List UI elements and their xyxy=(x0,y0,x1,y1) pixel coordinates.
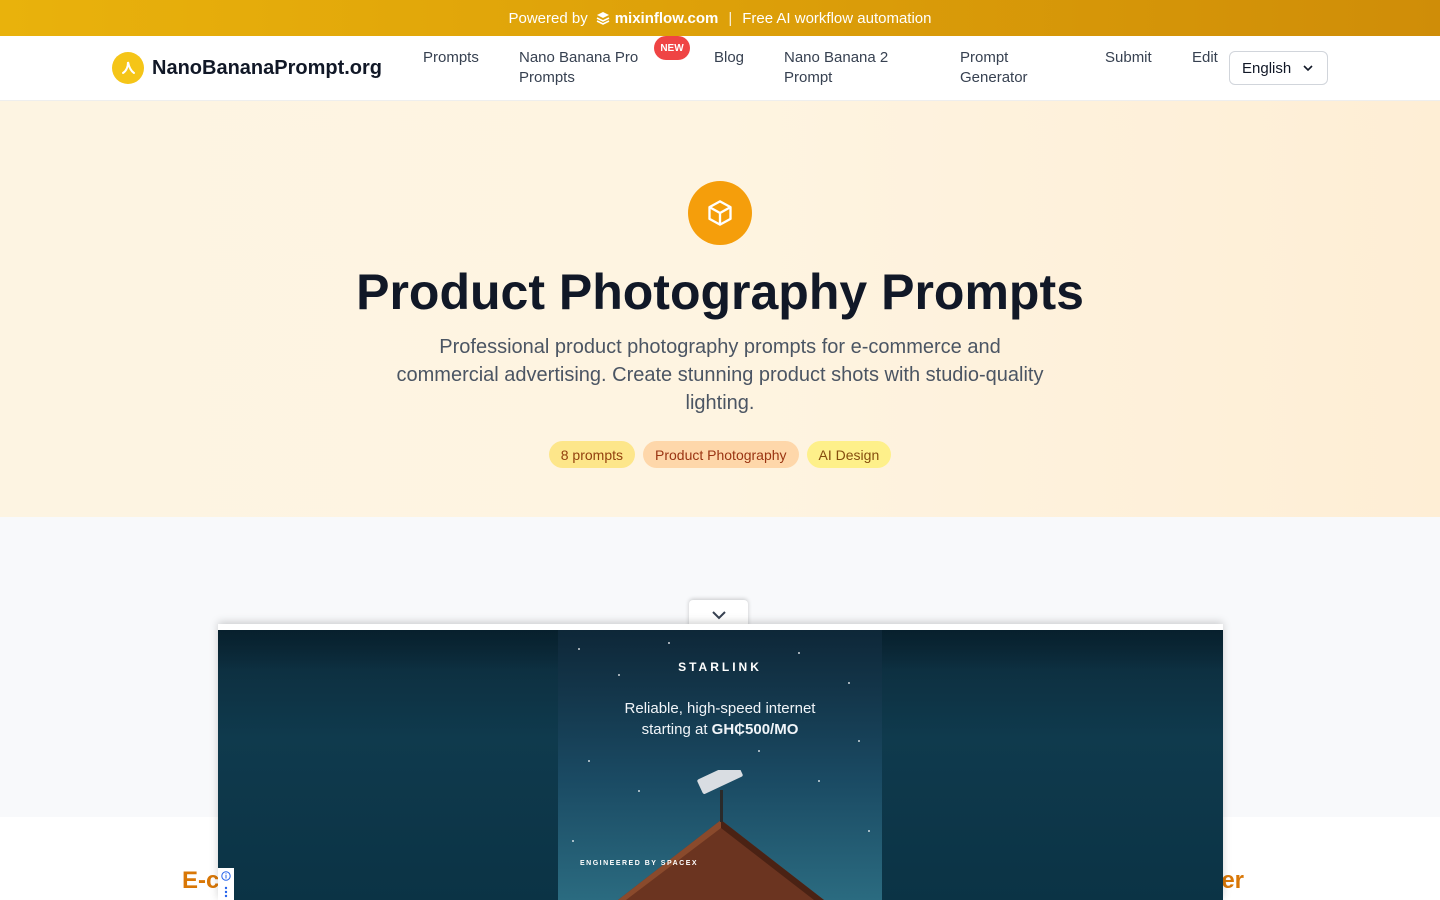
tag-product-photography: Product Photography xyxy=(643,441,799,468)
mixinflow-label: mixinflow.com xyxy=(614,9,719,27)
ad-headline-prefix: starting at xyxy=(641,721,708,738)
ad-engineered-by: ENGINEERED BY SPACEX xyxy=(580,860,699,867)
ad-creative[interactable]: STARLINK Reliable, high-speed internet s… xyxy=(558,630,882,900)
ad-headline: Reliable, high-speed internet starting a… xyxy=(578,698,862,740)
chevron-down-icon xyxy=(711,610,726,619)
nav-gen-line2: Generator xyxy=(960,69,1028,86)
new-badge: NEW xyxy=(654,36,690,60)
nav-blog[interactable]: Blog xyxy=(714,48,744,68)
powered-by-text: Powered by xyxy=(508,9,588,27)
banana-icon xyxy=(112,52,144,84)
ad-brand-name: STARLINK xyxy=(678,660,762,674)
nav-submit[interactable]: Submit xyxy=(1105,48,1152,68)
tag-prompt-count: 8 prompts xyxy=(548,441,635,468)
chevron-down-icon xyxy=(1303,65,1313,72)
section-heading-left: E-c xyxy=(182,867,220,894)
site-logo[interactable]: NanoBananaPrompt.org xyxy=(112,52,382,84)
banner-tagline[interactable]: Free AI workflow automation xyxy=(742,10,931,27)
info-icon xyxy=(221,870,231,881)
language-value: English xyxy=(1242,59,1292,77)
ad-headline-line1: Reliable, high-speed internet xyxy=(624,700,816,717)
more-options-icon xyxy=(224,886,228,897)
nav-prompts[interactable]: Prompts xyxy=(423,48,479,68)
promo-banner[interactable]: Powered by mixinflow.com | Free AI workf… xyxy=(0,0,1440,36)
cube-icon xyxy=(688,181,752,245)
ad-price: GH₵500/MO xyxy=(711,721,799,738)
ad-overlay[interactable]: STARLINK Reliable, high-speed internet s… xyxy=(218,624,1223,900)
hero-section: Product Photography Prompts Professional… xyxy=(0,101,1440,517)
nav-prompt-generator[interactable]: Prompt Generator xyxy=(960,48,1028,88)
nav-pro-line2: Prompts xyxy=(519,69,575,86)
nav-nb2-line1: Nano Banana 2 xyxy=(784,49,889,66)
banner-separator: | xyxy=(728,9,733,27)
top-navigation: NanoBananaPrompt.org Prompts Nano Banana… xyxy=(0,36,1440,101)
nav-pro-line1: Nano Banana Pro xyxy=(519,49,639,66)
tag-ai-design: AI Design xyxy=(806,441,892,468)
nav-gen-line1: Prompt xyxy=(960,49,1009,66)
nav-nb2-line2: Prompt xyxy=(784,69,833,86)
mixinflow-link[interactable]: mixinflow.com xyxy=(596,9,719,27)
page-description: Professional product photography prompts… xyxy=(396,336,1044,414)
tag-list: 8 prompts Product Photography AI Design xyxy=(0,441,1440,468)
house-roof-illustration xyxy=(618,770,824,900)
nav-nano-banana-pro-prompts[interactable]: Nano Banana Pro Prompts xyxy=(519,48,638,88)
site-name: NanoBananaPrompt.org xyxy=(152,56,383,79)
nav-edit[interactable]: Edit xyxy=(1192,48,1218,68)
layers-icon xyxy=(596,12,610,25)
language-select[interactable]: English xyxy=(1229,51,1328,85)
nav-nano-banana-2-prompt[interactable]: Nano Banana 2 Prompt xyxy=(784,48,888,88)
page-title: Product Photography Prompts xyxy=(356,264,1084,320)
ad-info-badge[interactable] xyxy=(218,868,234,900)
